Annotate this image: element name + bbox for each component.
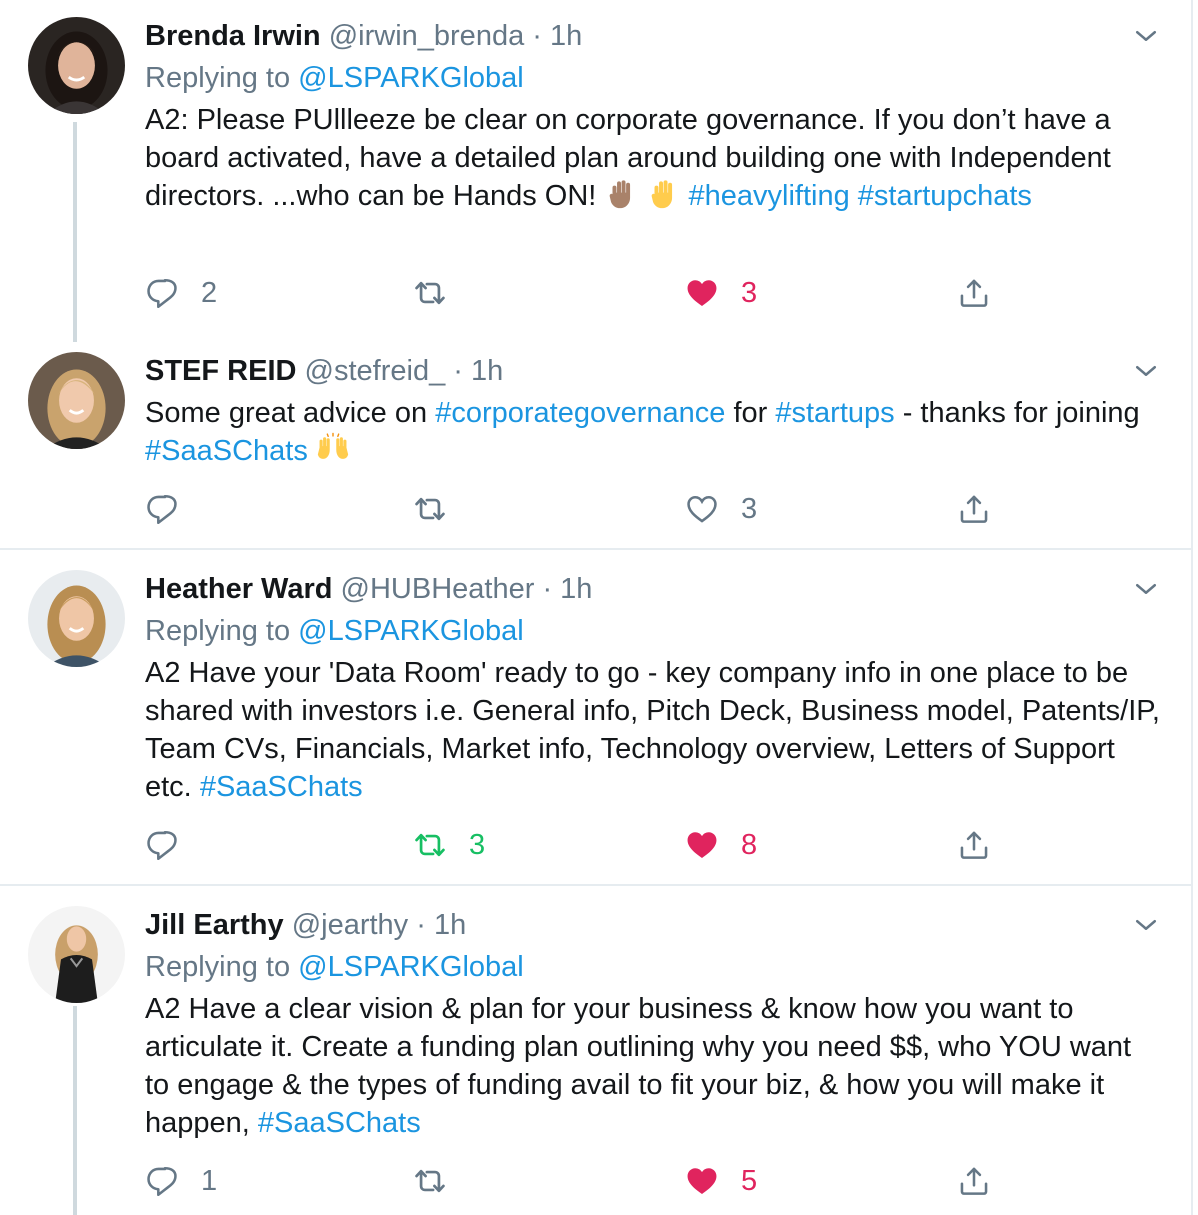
retweet-button[interactable] [413, 489, 469, 529]
tweet-actions: 3 [145, 489, 1045, 529]
user-handle[interactable]: @stefreid_ [305, 355, 446, 387]
raised-hand-icon [652, 180, 673, 209]
tweet-text: A2: Please PUllleeze be clear on corpora… [145, 101, 1161, 215]
share-button[interactable] [957, 825, 991, 865]
like-count: 3 [741, 276, 758, 309]
tweet[interactable]: STEF REID @stefreid_ · 1h Some great adv… [0, 342, 1193, 548]
share-icon [957, 1164, 991, 1198]
mention-link[interactable]: @LSPARKGlobal [298, 615, 524, 647]
tweet-actions: 3 8 [145, 825, 1045, 865]
replying-to: Replying to @LSPARKGlobal [145, 59, 1161, 97]
replying-label: Replying to [145, 615, 291, 647]
like-count: 3 [741, 492, 758, 525]
dot-separator: · [416, 909, 426, 941]
retweet-button[interactable] [413, 1161, 469, 1201]
user-name[interactable]: Heather Ward [145, 573, 332, 605]
reply-button[interactable] [145, 825, 201, 865]
retweet-icon [413, 828, 447, 862]
avatar[interactable] [28, 570, 125, 667]
retweet-icon [413, 276, 447, 310]
user-name[interactable]: STEF REID [145, 355, 296, 387]
share-icon [957, 828, 991, 862]
reply-count: 1 [201, 1164, 218, 1197]
reply-button[interactable] [145, 489, 201, 529]
reply-icon [145, 276, 179, 310]
dot-separator: · [532, 20, 542, 52]
replying-to: Replying to @LSPARKGlobal [145, 948, 1161, 986]
reply-icon [145, 492, 179, 526]
heart-filled-icon [685, 276, 719, 310]
reply-icon [145, 828, 179, 862]
like-count: 8 [741, 828, 758, 861]
mention-link[interactable]: @LSPARKGlobal [298, 951, 524, 983]
retweet-count: 3 [469, 828, 486, 861]
dot-separator: · [453, 355, 463, 387]
hashtag-link[interactable]: #SaaSChats [200, 771, 363, 803]
tweet-text-body: - thanks for joining [902, 397, 1140, 429]
timestamp[interactable]: 1h [550, 20, 582, 52]
share-button[interactable] [957, 489, 991, 529]
reply-count: 2 [201, 276, 218, 309]
timestamp[interactable]: 1h [471, 355, 503, 387]
reply-button[interactable]: 2 [145, 273, 217, 313]
tweet-actions: 1 5 [145, 1161, 1045, 1201]
share-button[interactable] [957, 1161, 991, 1201]
raised-hand-medium-skin-tone-icon [609, 180, 631, 209]
hashtag-link[interactable]: #SaaSChats [145, 435, 308, 467]
user-name[interactable]: Brenda Irwin [145, 20, 321, 52]
tweet[interactable]: Brenda Irwin @irwin_brenda · 1h Replying… [0, 0, 1193, 342]
share-icon [957, 276, 991, 310]
hashtag-link[interactable]: #corporategovernance [435, 397, 725, 429]
reply-icon [145, 1164, 179, 1198]
chevron-down-icon[interactable] [1131, 574, 1161, 604]
heart-filled-icon [685, 828, 719, 862]
tweet-text-body: Some great advice on [145, 397, 428, 429]
user-handle[interactable]: @HUBHeather [341, 573, 535, 605]
tweet-text: Some great advice on #corporategovernanc… [145, 394, 1161, 470]
timestamp[interactable]: 1h [560, 573, 592, 605]
like-button[interactable]: 8 [685, 825, 757, 865]
user-name[interactable]: Jill Earthy [145, 909, 284, 941]
heart-filled-icon [685, 1164, 719, 1198]
avatar[interactable] [28, 17, 125, 114]
like-button[interactable]: 3 [685, 273, 757, 313]
tweet-actions: 2 3 [145, 273, 1045, 313]
like-count: 5 [741, 1164, 758, 1197]
retweet-button[interactable] [413, 273, 469, 313]
replying-label: Replying to [145, 62, 291, 94]
retweet-button[interactable]: 3 [413, 825, 485, 865]
heart-outline-icon [685, 492, 719, 526]
hashtag-link[interactable]: #startupchats [858, 180, 1032, 212]
tweet[interactable]: Jill Earthy @jearthy · 1h Replying to @L… [0, 886, 1193, 1215]
timestamp[interactable]: 1h [434, 909, 466, 941]
user-handle[interactable]: @irwin_brenda [329, 20, 524, 52]
hashtag-link[interactable]: #SaaSChats [258, 1107, 421, 1139]
tweet-text: A2 Have your 'Data Room' ready to go - k… [145, 654, 1161, 806]
chevron-down-icon[interactable] [1131, 21, 1161, 51]
reply-button[interactable]: 1 [145, 1161, 217, 1201]
tweet[interactable]: Heather Ward @HUBHeather · 1h Replying t… [0, 550, 1191, 884]
retweet-icon [413, 492, 447, 526]
retweet-icon [413, 1164, 447, 1198]
tweet-feed: Brenda Irwin @irwin_brenda · 1h Replying… [0, 0, 1193, 1215]
raising-hands-icon [317, 432, 349, 459]
like-button[interactable]: 3 [685, 489, 757, 529]
mention-link[interactable]: @LSPARKGlobal [298, 62, 524, 94]
avatar[interactable] [28, 906, 125, 1003]
dot-separator: · [542, 573, 553, 605]
like-button[interactable]: 5 [685, 1161, 757, 1201]
chevron-down-icon[interactable] [1131, 356, 1161, 386]
avatar[interactable] [28, 352, 125, 449]
share-icon [957, 492, 991, 526]
replying-to: Replying to @LSPARKGlobal [145, 612, 1161, 650]
user-handle[interactable]: @jearthy [292, 909, 408, 941]
share-button[interactable] [957, 273, 991, 313]
tweet-text-body: for [733, 397, 768, 429]
hashtag-link[interactable]: #heavylifting [689, 180, 850, 212]
chevron-down-icon[interactable] [1131, 910, 1161, 940]
replying-label: Replying to [145, 951, 291, 983]
hashtag-link[interactable]: #startups [775, 397, 894, 429]
tweet-text: A2 Have a clear vision & plan for your b… [145, 990, 1161, 1142]
